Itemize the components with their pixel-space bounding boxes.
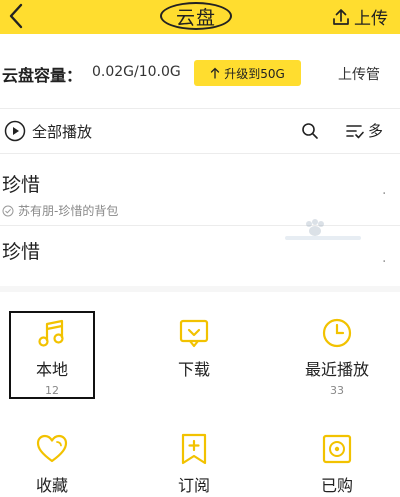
capacity-bar: 云盘容量： 0.02G/10.0G 升级到50G 上传管 <box>0 34 400 108</box>
shortcut-label: 本地 <box>35 360 68 379</box>
shortcut-count: 12 <box>45 384 59 397</box>
page-title-outline: 云盘 <box>160 2 232 30</box>
shortcut-label: 已购 <box>320 476 353 495</box>
play-all-label[interactable]: 全部播放 <box>32 121 92 142</box>
upload-button[interactable]: 上传 <box>331 4 388 29</box>
divider <box>0 153 400 154</box>
chevron-left-icon[interactable] <box>2 1 32 31</box>
shortcut-download[interactable]: 下载 <box>149 316 239 384</box>
song-title: 珍惜 <box>2 174 41 196</box>
play-circle-icon[interactable] <box>4 120 26 142</box>
shortcut-label: 收藏 <box>35 476 68 495</box>
list-item[interactable]: 珍惜 苏有朋-珍惜的背包 . <box>0 160 400 224</box>
song-subtitle: 苏有朋-珍惜的背包 <box>18 204 119 218</box>
shortcut-label: 最近播放 <box>304 360 369 379</box>
shortcut-label: 订阅 <box>177 476 210 495</box>
shortcut-count: 33 <box>330 384 344 397</box>
download-tray-icon <box>179 319 209 348</box>
upgrade-label: 升级到50G <box>224 66 285 81</box>
upload-manage-link[interactable]: 上传管 <box>338 64 380 84</box>
play-all-row: 全部播放 多 <box>0 109 400 153</box>
multi-select-label: 多 <box>368 122 384 140</box>
song-title: 珍惜 <box>2 241 41 263</box>
upload-icon <box>333 8 349 25</box>
shortcut-purchased[interactable]: 已购 <box>292 432 382 496</box>
shortcut-recent[interactable]: 最近播放 33 <box>292 316 382 397</box>
top-bar: 云盘 上传 <box>0 0 400 34</box>
song-subtitle-row: 苏有朋-珍惜的背包 <box>2 202 118 219</box>
multi-select-icon <box>346 124 364 138</box>
shortcut-local[interactable]: 本地 12 <box>7 316 97 397</box>
shortcut-favorites[interactable]: 收藏 <box>7 432 97 496</box>
check-circle-icon <box>2 205 14 216</box>
capacity-label: 云盘容量： <box>2 66 83 85</box>
page-title: 云盘 <box>175 6 216 29</box>
multi-select-button[interactable]: 多 <box>345 120 383 141</box>
music-note-icon <box>38 319 64 347</box>
shortcut-label: 下载 <box>177 360 210 379</box>
more-icon[interactable]: . <box>382 182 386 198</box>
purchased-icon <box>322 434 352 464</box>
clock-icon <box>322 318 352 348</box>
more-icon[interactable]: . <box>382 250 386 266</box>
bookmark-plus-icon <box>181 433 207 465</box>
shortcut-subscriptions[interactable]: 订阅 <box>149 432 239 496</box>
upload-label: 上传 <box>354 9 388 29</box>
watermark-logo <box>285 219 361 240</box>
arrow-up-icon <box>211 67 220 79</box>
search-icon[interactable] <box>301 122 319 140</box>
heart-icon <box>36 434 68 463</box>
upgrade-button[interactable]: 升级到50G <box>194 60 301 86</box>
capacity-value: 0.02G/10.0G <box>92 64 181 80</box>
